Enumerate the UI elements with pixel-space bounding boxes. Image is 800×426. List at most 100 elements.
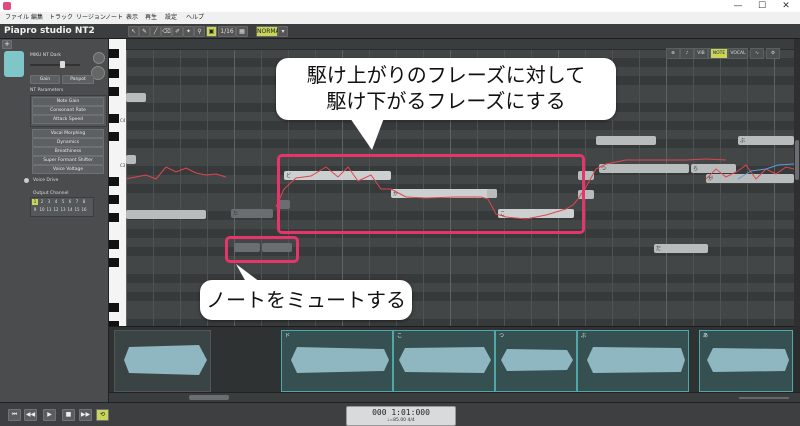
- grid-toggle-icon[interactable]: ▦: [236, 26, 248, 37]
- black-key[interactable]: [109, 114, 119, 123]
- zoom-slider[interactable]: [739, 397, 789, 399]
- vertical-scrollbar[interactable]: [794, 39, 800, 326]
- channel-9[interactable]: 9: [32, 207, 38, 213]
- menu-settings[interactable]: 設定: [165, 12, 177, 24]
- close-button[interactable]: ✕: [774, 0, 798, 12]
- avatar[interactable]: [4, 51, 24, 77]
- waveform-shape: [707, 348, 789, 372]
- octave-label: C3: [120, 163, 126, 168]
- magic-tool-icon[interactable]: ✦: [183, 26, 194, 37]
- channel-4[interactable]: 4: [53, 199, 59, 205]
- channel-15[interactable]: 15: [74, 207, 80, 213]
- octave-label: C4: [120, 118, 126, 123]
- volume-slider[interactable]: [30, 64, 80, 66]
- mode-select[interactable]: NORMAL: [256, 26, 283, 37]
- channel-14[interactable]: 14: [67, 207, 73, 213]
- pan-knob[interactable]: [93, 52, 105, 64]
- note-gain-button[interactable]: Note Gain: [32, 97, 104, 106]
- channel-12[interactable]: 12: [53, 207, 59, 213]
- channel-8[interactable]: 8: [81, 199, 87, 205]
- waveform-shape: [291, 347, 389, 373]
- piano-keyboard[interactable]: C4 C3: [109, 39, 127, 326]
- toolbar: ↖ ✎ ╱ ⌫ ✐ ✦ ⚲ ▣ 1/16 ▦ NORMAL ▾: [0, 24, 800, 39]
- panpot-button[interactable]: Panpot: [62, 75, 94, 84]
- rewind-start-button[interactable]: ⏮: [8, 409, 21, 421]
- snap-select[interactable]: 1/16: [218, 26, 236, 37]
- black-key[interactable]: [109, 240, 119, 249]
- black-key[interactable]: [109, 69, 119, 78]
- black-key[interactable]: [109, 213, 119, 222]
- pointer-tool-icon[interactable]: ↖: [128, 26, 139, 37]
- maximize-button[interactable]: ☐: [750, 0, 774, 12]
- play-button[interactable]: ▶: [43, 409, 56, 421]
- black-key[interactable]: [109, 177, 119, 186]
- dynamics-button[interactable]: Dynamics: [32, 138, 104, 147]
- callout-phrase-line1: 駆け上がりのフレーズに対して: [306, 63, 586, 87]
- loop-button[interactable]: ⟲: [96, 409, 109, 421]
- black-key[interactable]: [109, 195, 119, 204]
- volume-slider-handle[interactable]: [60, 61, 65, 68]
- menu-track[interactable]: トラック: [49, 12, 73, 24]
- menu-file[interactable]: ファイル: [5, 12, 29, 24]
- line-tool-icon[interactable]: ╱: [150, 26, 161, 37]
- channel-7[interactable]: 7: [74, 199, 80, 205]
- waveform-shape: [587, 347, 685, 373]
- menu-help[interactable]: ヘルプ: [186, 12, 204, 24]
- transport-bar: ⏮ ◀◀ ▶ ■ ▶▶ ⟲ 000 1:01:000 ♩=85.00 4/4: [0, 402, 800, 426]
- zoom-tool-icon[interactable]: ⚲: [194, 26, 205, 37]
- channel-5[interactable]: 5: [60, 199, 66, 205]
- black-key[interactable]: [109, 132, 119, 141]
- waveform-shape: [124, 345, 207, 375]
- waveform-shapes: [124, 345, 789, 375]
- chevron-down-icon[interactable]: ▾: [278, 26, 288, 37]
- menu-view[interactable]: 表示: [126, 12, 138, 24]
- black-key[interactable]: [109, 258, 119, 267]
- minimize-button[interactable]: —: [726, 0, 750, 12]
- menu-bar: ファイル 編集 トラック リージョン ノート 表示 再生 設定 ヘルプ: [0, 12, 800, 24]
- channel-6[interactable]: 6: [67, 199, 73, 205]
- pencil-tool-icon[interactable]: ✎: [139, 26, 150, 37]
- output-channel-label: Output Channel: [33, 191, 69, 196]
- gain-button[interactable]: Gain: [30, 75, 60, 84]
- channel-3[interactable]: 3: [46, 199, 52, 205]
- consonant-rate-button[interactable]: Consonant Rate: [32, 106, 104, 115]
- app-logo: Piapro studio NT2: [4, 26, 95, 36]
- channel-11[interactable]: 11: [46, 207, 52, 213]
- channel-2[interactable]: 2: [39, 199, 45, 205]
- attack-speed-button[interactable]: Attack Speed: [32, 115, 104, 124]
- super-formant-shifter-button[interactable]: Super Formant Shifter: [32, 156, 104, 165]
- vertical-scroll-thumb[interactable]: [795, 140, 799, 180]
- voice-voltage-button[interactable]: Voice Voltage: [32, 165, 104, 174]
- snap-icon[interactable]: ▣: [206, 26, 217, 37]
- phrase-highlight-box: [277, 154, 585, 234]
- black-key[interactable]: [109, 303, 119, 312]
- menu-note[interactable]: ノート: [105, 12, 123, 24]
- channel-10[interactable]: 10: [39, 207, 45, 213]
- waveform-view[interactable]: ド こ つ ぶ あ: [109, 326, 794, 393]
- stop-button[interactable]: ■: [62, 409, 75, 421]
- time-readout: 000 1:01:000: [372, 408, 430, 417]
- voice-drive-toggle-icon[interactable]: [24, 178, 29, 183]
- menu-play[interactable]: 再生: [145, 12, 157, 24]
- channel-1[interactable]: 1: [32, 199, 38, 205]
- vocal-morphing-button[interactable]: Vocal Morphing: [32, 129, 104, 138]
- horizontal-scroll-thumb[interactable]: [189, 395, 229, 400]
- channel-13[interactable]: 13: [60, 207, 66, 213]
- waveform-shape: [501, 349, 573, 371]
- black-key[interactable]: [109, 87, 119, 96]
- eraser-tool-icon[interactable]: ⌫: [161, 26, 172, 37]
- pitch-curve: [126, 166, 227, 180]
- time-display: 000 1:01:000 ♩=85.00 4/4: [346, 406, 456, 426]
- nt-parameters-header[interactable]: NT Parameters: [30, 88, 63, 93]
- callout-mute-text: ノートをミュートする: [206, 288, 406, 312]
- rewind-button[interactable]: ◀◀: [24, 409, 37, 421]
- channel-16[interactable]: 16: [81, 207, 87, 213]
- fast-forward-button[interactable]: ▶▶: [79, 409, 92, 421]
- output-channel-grid: 1 2 3 4 5 6 7 8 9 10 11 12 13 14 15 16: [30, 197, 94, 217]
- menu-edit[interactable]: 編集: [31, 12, 43, 24]
- breathiness-button[interactable]: Breathiness: [32, 147, 104, 156]
- menu-region[interactable]: リージョン: [76, 12, 106, 24]
- black-key[interactable]: [109, 49, 119, 58]
- brush-tool-icon[interactable]: ✐: [172, 26, 183, 37]
- add-track-button[interactable]: +: [2, 40, 12, 49]
